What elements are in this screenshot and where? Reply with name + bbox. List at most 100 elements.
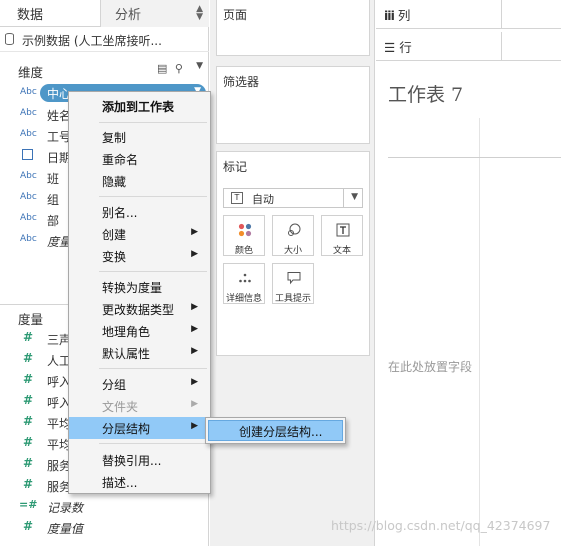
menu-item-describe[interactable]: 描述... <box>69 471 210 493</box>
field-label: 部 <box>47 214 60 228</box>
columns-title: 列 <box>397 8 411 23</box>
label-button[interactable]: 文本 <box>321 215 363 256</box>
rows-shelf-label: ☰ 行 <box>384 37 412 56</box>
database-icon <box>5 33 14 45</box>
tooltip-button[interactable]: 工具提示 <box>272 263 314 304</box>
columns-icon: iii <box>384 8 395 23</box>
menu-item-add-to-sheet[interactable]: 添加到工作表 <box>69 95 210 117</box>
number-type-icon: # <box>23 330 34 344</box>
dropdown-divider <box>343 189 344 207</box>
submenu-arrow-icon: ▶ <box>191 324 198 334</box>
menu-item-folder: 文件夹 ▶ <box>69 395 210 417</box>
menu-separator <box>99 443 207 444</box>
submenu-arrow-icon: ▶ <box>191 377 198 387</box>
menu-item-create-hierarchy[interactable]: 创建分层结构... <box>208 420 343 441</box>
worksheet-area: iii 列 ☰ 行 工作表 7 在此处放置字段 <box>376 0 561 546</box>
menu-item-label: 添加到工作表 <box>102 100 175 114</box>
detail-button[interactable]: 详细信息 <box>223 263 265 304</box>
shelf-divider <box>501 0 502 29</box>
menu-item-change-data-type[interactable]: 更改数据类型 ▶ <box>69 298 210 320</box>
detail-label: 详细信息 <box>225 294 262 304</box>
tooltip-label: 工具提示 <box>274 294 311 304</box>
filters-card[interactable]: 筛选器 <box>216 66 370 144</box>
tooltip-icon <box>287 272 301 285</box>
canvas-divider <box>479 118 480 546</box>
menu-item-replace-references[interactable]: 替换引用... <box>69 449 210 471</box>
menu-item-geographic-role[interactable]: 地理角色 ▶ <box>69 320 210 342</box>
menu-item-label: 分层结构 <box>102 422 151 436</box>
mark-type-dropdown[interactable]: T 自动 ▼ <box>223 188 363 208</box>
menu-item-label: 复制 <box>102 131 127 145</box>
field-label: 组 <box>47 193 60 207</box>
rows-shelf[interactable]: ☰ 行 <box>376 32 561 61</box>
menu-item-convert-to-measure[interactable]: 转换为度量 <box>69 276 210 298</box>
calculated-number-icon: =# <box>19 498 38 511</box>
marks-card: 标记 T 自动 ▼ 颜色 大小 文本 详细信息 工具提示 <box>216 151 370 356</box>
dimensions-title: 维度 <box>18 65 44 80</box>
submenu-arrow-icon: ▶ <box>191 399 198 409</box>
menu-item-aliases[interactable]: 别名... <box>69 201 210 223</box>
menu-item-rename[interactable]: 重命名 <box>69 148 210 170</box>
menu-item-group[interactable]: 分组 ▶ <box>69 373 210 395</box>
drop-field-hint[interactable]: 在此处放置字段 <box>388 358 472 375</box>
chevron-down-icon[interactable]: ▼ <box>196 61 203 71</box>
color-label: 颜色 <box>234 246 253 256</box>
number-type-icon: # <box>23 351 34 365</box>
menu-item-default-properties[interactable]: 默认属性 ▶ <box>69 342 210 364</box>
menu-item-hierarchy[interactable]: 分层结构 ▶ <box>69 417 210 439</box>
sheet-title[interactable]: 工作表 7 <box>388 80 463 107</box>
tab-analysis[interactable]: 分析 ▲ ▼ <box>100 0 209 27</box>
hierarchy-submenu: 创建分层结构... <box>205 417 346 444</box>
menu-item-transform[interactable]: 变换 ▶ <box>69 245 210 267</box>
menu-item-create[interactable]: 创建 ▶ <box>69 223 210 245</box>
canvas-divider <box>388 157 561 158</box>
shelves-pane: 页面 筛选器 标记 T 自动 ▼ 颜色 大小 文本 详细信息 工具提示 <box>210 0 375 546</box>
string-type-icon: Abc <box>20 108 37 118</box>
submenu-arrow-icon: ▶ <box>191 249 198 259</box>
submenu-arrow-icon: ▶ <box>191 227 198 237</box>
menu-item-label: 描述... <box>102 476 138 490</box>
menu-item-label: 隐藏 <box>102 175 127 189</box>
measure-row[interactable]: # 度量值 <box>0 518 209 539</box>
color-button[interactable]: 颜色 <box>223 215 265 256</box>
size-button[interactable]: 大小 <box>272 215 314 256</box>
dimensions-header: 维度 ▤ ⚲ ▼ <box>0 58 209 80</box>
columns-shelf[interactable]: iii 列 <box>376 0 561 29</box>
menu-item-label: 创建 <box>102 228 127 242</box>
menu-item-label: 创建分层结构... <box>239 425 323 439</box>
datasource-row[interactable]: 示例数据 (人工坐席接听... <box>0 28 209 52</box>
submenu-arrow-icon: ▶ <box>191 346 198 356</box>
string-type-icon: Abc <box>20 213 37 223</box>
size-icon <box>288 223 301 236</box>
tab-data[interactable]: 数据 <box>0 0 100 27</box>
menu-separator <box>99 122 207 123</box>
pages-title: 页面 <box>223 8 248 22</box>
pane-tabbar: 数据 分析 ▲ ▼ <box>0 0 209 27</box>
measures-title: 度量 <box>18 312 44 327</box>
menu-separator <box>99 196 207 197</box>
string-type-icon: Abc <box>20 234 37 244</box>
pages-card[interactable]: 页面 <box>216 0 370 56</box>
tab-analysis-label: 分析 <box>115 8 142 23</box>
string-type-icon: Abc <box>20 129 37 139</box>
menu-item-copy[interactable]: 复制 <box>69 126 210 148</box>
detail-icon <box>239 273 251 283</box>
menu-item-label: 文件夹 <box>102 400 139 414</box>
columns-shelf-label: iii 列 <box>384 5 410 24</box>
menu-item-hide[interactable]: 隐藏 <box>69 170 210 192</box>
watermark: https://blog.csdn.net/qq_42374697 <box>331 518 551 533</box>
submenu-arrow-icon: ▶ <box>191 302 198 312</box>
datasource-label: 示例数据 (人工坐席接听... <box>22 34 162 48</box>
color-icon <box>238 223 252 237</box>
number-type-icon: # <box>23 519 34 533</box>
menu-item-label: 替换引用... <box>102 454 162 468</box>
text-icon <box>336 223 350 237</box>
field-label: 记录数 <box>47 501 84 515</box>
string-type-icon: Abc <box>20 87 37 97</box>
list-search-icons[interactable]: ▤ ⚲ <box>157 62 185 75</box>
marks-title: 标记 <box>223 160 248 174</box>
mark-type-value: 自动 <box>252 193 274 206</box>
measure-row[interactable]: =# 记录数 <box>0 497 209 518</box>
rows-icon: ☰ <box>384 40 396 55</box>
string-type-icon: Abc <box>20 171 37 181</box>
